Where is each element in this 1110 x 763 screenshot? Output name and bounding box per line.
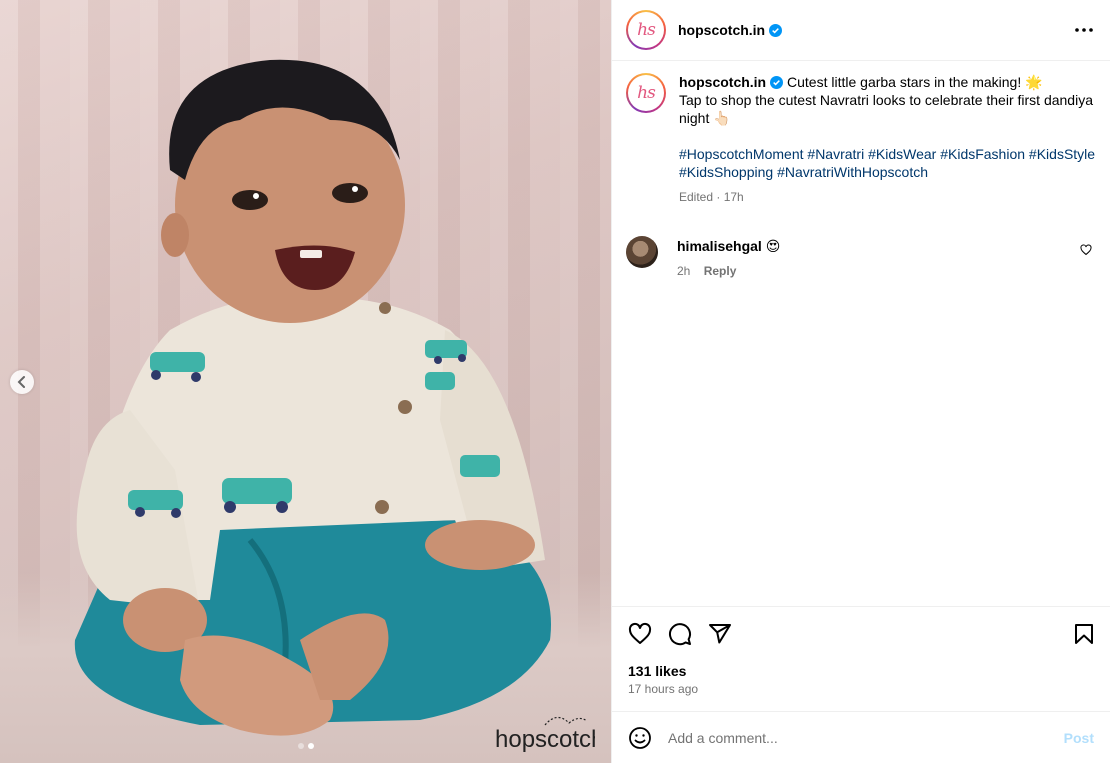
comment-item: himalisehgal 😍 2h Reply bbox=[626, 236, 1096, 278]
hashtag-link[interactable]: #KidsShopping bbox=[679, 164, 773, 180]
comment-text: 😍 bbox=[765, 238, 781, 254]
comment-age: 2h bbox=[677, 264, 691, 278]
comments-section: hs hopscotch.in Cutest little garba star… bbox=[612, 61, 1110, 606]
post-photo-child bbox=[74, 59, 551, 736]
hashtag-link[interactable]: #KidsFashion bbox=[940, 146, 1025, 162]
caption-line-1: Cutest little garba stars in the making!… bbox=[787, 74, 1043, 90]
hashtag-link[interactable]: #HopscotchMoment bbox=[679, 146, 804, 162]
carousel-dot-active bbox=[307, 743, 314, 749]
hopscotch-watermark-logo: hopscotch bbox=[495, 716, 595, 753]
caption-line-2: Tap to shop the cutest Navratri looks to… bbox=[679, 92, 1093, 126]
verified-badge-icon bbox=[769, 23, 783, 37]
comment-composer: Post bbox=[612, 711, 1110, 763]
account-avatar[interactable]: hs bbox=[626, 10, 666, 50]
emoji-picker-icon[interactable] bbox=[628, 726, 652, 750]
post-actions: 131 likes 17 hours ago bbox=[612, 606, 1110, 711]
more-horizontal-icon bbox=[1075, 28, 1093, 32]
hashtag-link[interactable]: #KidsWear bbox=[868, 146, 936, 162]
post-side-panel: hs hopscotch.in hs hopscotch.in Cutest l… bbox=[611, 0, 1110, 763]
account-username[interactable]: hopscotch.in bbox=[678, 22, 765, 38]
commenter-avatar[interactable] bbox=[626, 236, 658, 268]
commenter-username[interactable]: himalisehgal bbox=[677, 238, 762, 254]
post-media[interactable]: hopscotch bbox=[0, 0, 611, 763]
comment-input[interactable] bbox=[668, 729, 1064, 746]
instagram-post-modal: hopscotch hs hopscotch.in hs hopscotch.i… bbox=[0, 0, 1110, 763]
comment-like-heart-icon[interactable] bbox=[1080, 244, 1092, 256]
likes-count[interactable]: 131 likes bbox=[628, 663, 1096, 679]
like-heart-icon[interactable] bbox=[628, 622, 652, 646]
caption-text: hopscotch.in Cutest little garba stars i… bbox=[679, 73, 1096, 206]
hashtag-link[interactable]: #NavratriWithHopscotch bbox=[777, 164, 928, 180]
carousel-indicator bbox=[297, 743, 314, 749]
caption-avatar[interactable]: hs bbox=[626, 73, 666, 113]
previous-slide-button[interactable] bbox=[10, 370, 34, 394]
reply-button[interactable]: Reply bbox=[704, 264, 737, 278]
caption: hs hopscotch.in Cutest little garba star… bbox=[626, 73, 1096, 206]
caption-hashtags: #HopscotchMoment #Navratri #KidsWear #Ki… bbox=[679, 145, 1096, 181]
save-bookmark-icon[interactable] bbox=[1072, 622, 1096, 646]
comment-bubble-icon[interactable] bbox=[668, 622, 692, 646]
post-comment-button[interactable]: Post bbox=[1064, 730, 1094, 746]
more-options-button[interactable] bbox=[1072, 18, 1096, 42]
post-header: hs hopscotch.in bbox=[612, 0, 1110, 61]
caption-meta: Edited · 17h bbox=[679, 190, 744, 204]
caption-username[interactable]: hopscotch.in bbox=[679, 74, 766, 90]
hashtag-link[interactable]: #KidsStyle bbox=[1029, 146, 1095, 162]
chevron-left-icon bbox=[17, 376, 25, 388]
svg-text:hopscotch: hopscotch bbox=[495, 726, 595, 753]
avatar-logo-text: hs bbox=[637, 20, 656, 40]
post-timestamp[interactable]: 17 hours ago bbox=[628, 682, 1096, 696]
hashtag-link[interactable]: #Navratri bbox=[807, 146, 864, 162]
share-paper-plane-icon[interactable] bbox=[708, 622, 732, 646]
verified-badge-icon bbox=[770, 76, 784, 89]
avatar-logo-text: hs bbox=[637, 83, 656, 103]
carousel-dot bbox=[297, 743, 304, 749]
